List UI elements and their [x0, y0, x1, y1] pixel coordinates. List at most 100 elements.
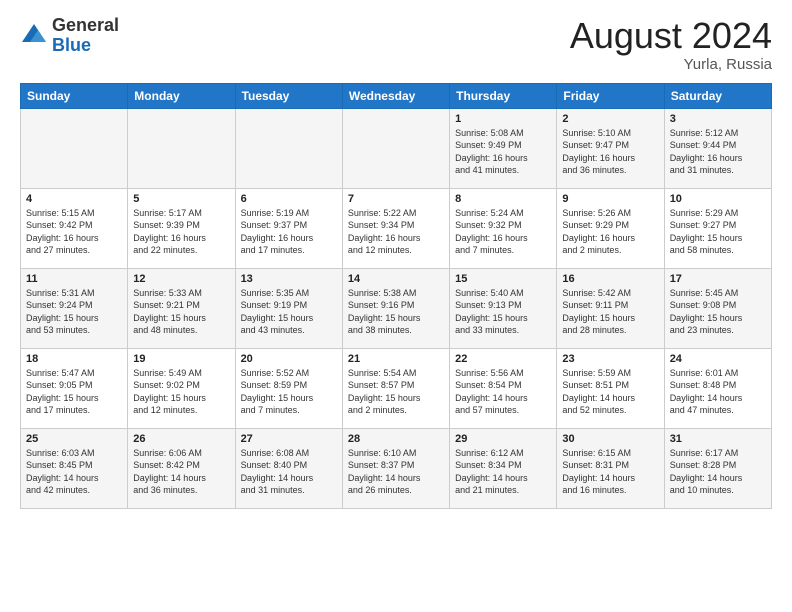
- day-info: Sunrise: 5:12 AM Sunset: 9:44 PM Dayligh…: [670, 127, 766, 177]
- day-number: 9: [562, 193, 658, 205]
- day-number: 24: [670, 353, 766, 365]
- day-number: 30: [562, 433, 658, 445]
- day-info: Sunrise: 5:59 AM Sunset: 8:51 PM Dayligh…: [562, 367, 658, 417]
- day-number: 26: [133, 433, 229, 445]
- week-row-2: 11 Sunrise: 5:31 AM Sunset: 9:24 PM Dayli…: [21, 268, 772, 348]
- calendar-body: 1 Sunrise: 5:08 AM Sunset: 9:49 PM Daylig…: [21, 108, 772, 508]
- day-info: Sunrise: 5:38 AM Sunset: 9:16 PM Dayligh…: [348, 287, 444, 337]
- day-number: 1: [455, 113, 551, 125]
- calendar-header: Sunday Monday Tuesday Wednesday Thursday…: [21, 83, 772, 108]
- day-cell: 30 Sunrise: 6:15 AM Sunset: 8:31 PM Dayli…: [557, 428, 664, 508]
- day-cell: 27 Sunrise: 6:08 AM Sunset: 8:40 PM Dayli…: [235, 428, 342, 508]
- day-cell: [128, 108, 235, 188]
- day-info: Sunrise: 5:49 AM Sunset: 9:02 PM Dayligh…: [133, 367, 229, 417]
- day-number: 20: [241, 353, 337, 365]
- day-info: Sunrise: 5:22 AM Sunset: 9:34 PM Dayligh…: [348, 207, 444, 257]
- day-cell: 12Sunrise: 5:33 AM Sunset: 9:21 PM Dayli…: [128, 268, 235, 348]
- day-info: Sunrise: 5:08 AM Sunset: 9:49 PM Dayligh…: [455, 127, 551, 177]
- day-number: 7: [348, 193, 444, 205]
- day-cell: 29 Sunrise: 6:12 AM Sunset: 8:34 PM Dayli…: [450, 428, 557, 508]
- day-info: Sunrise: 5:35 AM Sunset: 9:19 PM Dayligh…: [241, 287, 337, 337]
- day-info: Sunrise: 5:24 AM Sunset: 9:32 PM Dayligh…: [455, 207, 551, 257]
- day-number: 25: [26, 433, 122, 445]
- day-number: 18: [26, 353, 122, 365]
- day-info: Sunrise: 6:01 AM Sunset: 8:48 PM Dayligh…: [670, 367, 766, 417]
- day-cell: 17 Sunrise: 5:45 AM Sunset: 9:08 PM Dayli…: [664, 268, 771, 348]
- day-cell: [235, 108, 342, 188]
- day-number: 23: [562, 353, 658, 365]
- logo-general-label: General: [52, 16, 119, 36]
- week-row-1: 4Sunrise: 5:15 AM Sunset: 9:42 PM Daylig…: [21, 188, 772, 268]
- week-row-0: 1 Sunrise: 5:08 AM Sunset: 9:49 PM Daylig…: [21, 108, 772, 188]
- day-cell: 28Sunrise: 6:10 AM Sunset: 8:37 PM Dayli…: [342, 428, 449, 508]
- day-cell: 20 Sunrise: 5:52 AM Sunset: 8:59 PM Dayli…: [235, 348, 342, 428]
- day-number: 27: [241, 433, 337, 445]
- day-cell: 9 Sunrise: 5:26 AM Sunset: 9:29 PM Daylig…: [557, 188, 664, 268]
- day-cell: 15Sunrise: 5:40 AM Sunset: 9:13 PM Dayli…: [450, 268, 557, 348]
- title-block: August 2024 Yurla, Russia: [570, 16, 772, 73]
- day-cell: 4Sunrise: 5:15 AM Sunset: 9:42 PM Daylig…: [21, 188, 128, 268]
- day-cell: 19 Sunrise: 5:49 AM Sunset: 9:02 PM Dayli…: [128, 348, 235, 428]
- day-info: Sunrise: 5:15 AM Sunset: 9:42 PM Dayligh…: [26, 207, 122, 257]
- week-row-3: 18Sunrise: 5:47 AM Sunset: 9:05 PM Dayli…: [21, 348, 772, 428]
- col-wednesday: Wednesday: [342, 83, 449, 108]
- col-sunday: Sunday: [21, 83, 128, 108]
- day-cell: 16 Sunrise: 5:42 AM Sunset: 9:11 PM Dayli…: [557, 268, 664, 348]
- week-row-4: 25 Sunrise: 6:03 AM Sunset: 8:45 PM Dayli…: [21, 428, 772, 508]
- logo-icon: [20, 22, 48, 50]
- day-info: Sunrise: 5:31 AM Sunset: 9:24 PM Dayligh…: [26, 287, 122, 337]
- day-info: Sunrise: 5:52 AM Sunset: 8:59 PM Dayligh…: [241, 367, 337, 417]
- day-number: 13: [241, 273, 337, 285]
- day-number: 22: [455, 353, 551, 365]
- day-number: 29: [455, 433, 551, 445]
- day-info: Sunrise: 6:10 AM Sunset: 8:37 PM Dayligh…: [348, 447, 444, 497]
- day-number: 17: [670, 273, 766, 285]
- day-info: Sunrise: 5:42 AM Sunset: 9:11 PM Dayligh…: [562, 287, 658, 337]
- day-info: Sunrise: 6:12 AM Sunset: 8:34 PM Dayligh…: [455, 447, 551, 497]
- day-cell: 18Sunrise: 5:47 AM Sunset: 9:05 PM Dayli…: [21, 348, 128, 428]
- day-info: Sunrise: 6:15 AM Sunset: 8:31 PM Dayligh…: [562, 447, 658, 497]
- day-cell: 26 Sunrise: 6:06 AM Sunset: 8:42 PM Dayli…: [128, 428, 235, 508]
- day-cell: 7 Sunrise: 5:22 AM Sunset: 9:34 PM Daylig…: [342, 188, 449, 268]
- month-year: August 2024: [570, 16, 772, 56]
- day-cell: 10Sunrise: 5:29 AM Sunset: 9:27 PM Dayli…: [664, 188, 771, 268]
- day-info: Sunrise: 5:10 AM Sunset: 9:47 PM Dayligh…: [562, 127, 658, 177]
- day-cell: 8 Sunrise: 5:24 AM Sunset: 9:32 PM Daylig…: [450, 188, 557, 268]
- day-cell: 23 Sunrise: 5:59 AM Sunset: 8:51 PM Dayli…: [557, 348, 664, 428]
- col-friday: Friday: [557, 83, 664, 108]
- day-number: 2: [562, 113, 658, 125]
- header: General Blue August 2024 Yurla, Russia: [20, 16, 772, 73]
- day-number: 8: [455, 193, 551, 205]
- day-cell: 5 Sunrise: 5:17 AM Sunset: 9:39 PM Daylig…: [128, 188, 235, 268]
- day-info: Sunrise: 5:26 AM Sunset: 9:29 PM Dayligh…: [562, 207, 658, 257]
- day-number: 16: [562, 273, 658, 285]
- logo-blue-label: Blue: [52, 36, 119, 56]
- day-number: 5: [133, 193, 229, 205]
- day-cell: 21Sunrise: 5:54 AM Sunset: 8:57 PM Dayli…: [342, 348, 449, 428]
- day-info: Sunrise: 6:17 AM Sunset: 8:28 PM Dayligh…: [670, 447, 766, 497]
- day-cell: 11 Sunrise: 5:31 AM Sunset: 9:24 PM Dayli…: [21, 268, 128, 348]
- col-saturday: Saturday: [664, 83, 771, 108]
- col-thursday: Thursday: [450, 83, 557, 108]
- logo: General Blue: [20, 16, 119, 56]
- location: Yurla, Russia: [570, 56, 772, 73]
- day-info: Sunrise: 5:45 AM Sunset: 9:08 PM Dayligh…: [670, 287, 766, 337]
- day-info: Sunrise: 5:17 AM Sunset: 9:39 PM Dayligh…: [133, 207, 229, 257]
- day-info: Sunrise: 5:54 AM Sunset: 8:57 PM Dayligh…: [348, 367, 444, 417]
- logo-text: General Blue: [52, 16, 119, 56]
- day-cell: 22 Sunrise: 5:56 AM Sunset: 8:54 PM Dayli…: [450, 348, 557, 428]
- day-number: 11: [26, 273, 122, 285]
- day-number: 14: [348, 273, 444, 285]
- page: General Blue August 2024 Yurla, Russia S…: [0, 0, 792, 612]
- day-number: 19: [133, 353, 229, 365]
- col-monday: Monday: [128, 83, 235, 108]
- calendar-table: Sunday Monday Tuesday Wednesday Thursday…: [20, 83, 772, 509]
- day-info: Sunrise: 5:56 AM Sunset: 8:54 PM Dayligh…: [455, 367, 551, 417]
- day-info: Sunrise: 6:08 AM Sunset: 8:40 PM Dayligh…: [241, 447, 337, 497]
- day-number: 3: [670, 113, 766, 125]
- header-row: Sunday Monday Tuesday Wednesday Thursday…: [21, 83, 772, 108]
- day-number: 10: [670, 193, 766, 205]
- col-tuesday: Tuesday: [235, 83, 342, 108]
- day-info: Sunrise: 6:06 AM Sunset: 8:42 PM Dayligh…: [133, 447, 229, 497]
- day-info: Sunrise: 6:03 AM Sunset: 8:45 PM Dayligh…: [26, 447, 122, 497]
